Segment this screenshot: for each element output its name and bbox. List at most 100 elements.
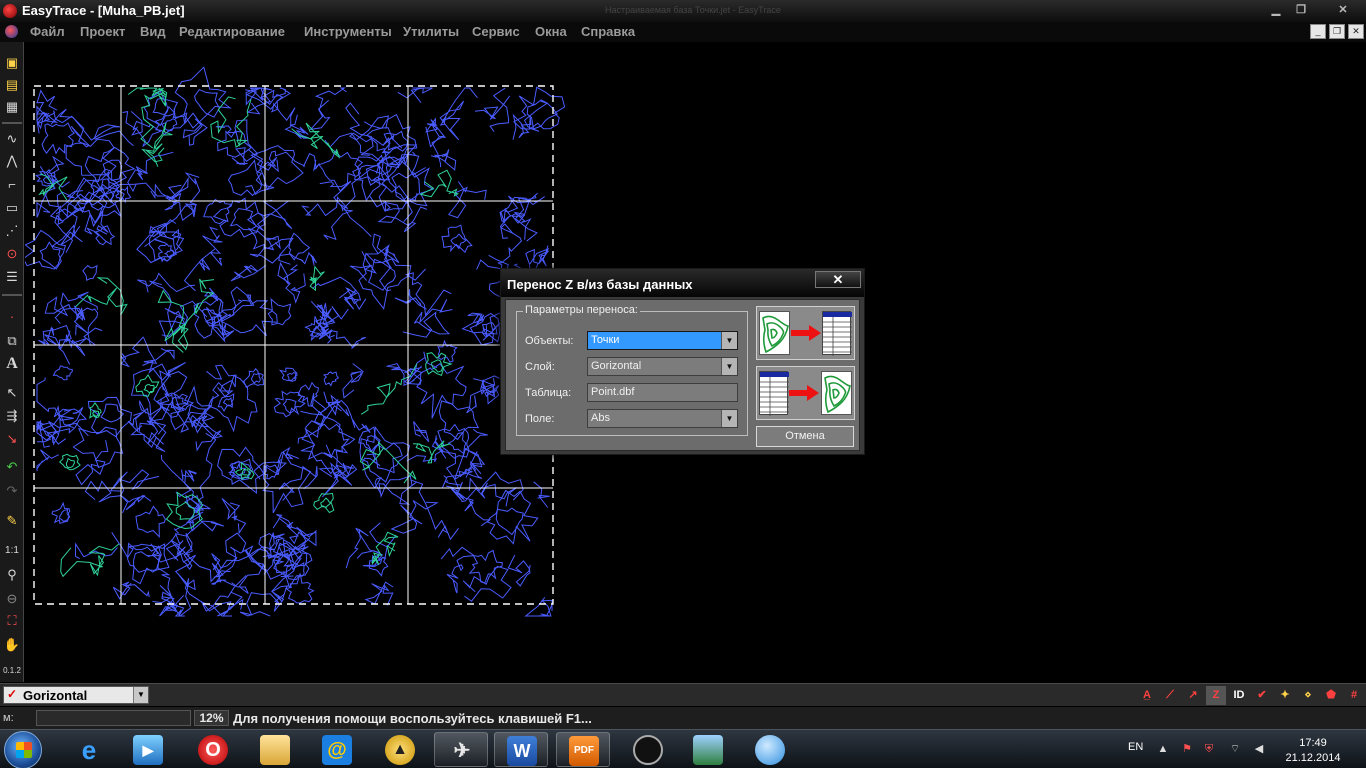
- mdi-restore-button[interactable]: ❐: [1329, 24, 1345, 39]
- undo-icon[interactable]: ↶: [3, 458, 21, 476]
- new-file-icon[interactable]: ▣: [3, 54, 21, 72]
- attribute-text-icon[interactable]: A̲: [1137, 686, 1157, 705]
- select-arrow-icon[interactable]: ↖: [3, 384, 21, 402]
- dotted-curve-tool-icon[interactable]: ⋰: [3, 222, 21, 240]
- menu-service[interactable]: Сервис: [472, 24, 520, 39]
- security-icon[interactable]: ⛨: [1202, 742, 1216, 756]
- taskbar-explorer[interactable]: [248, 732, 302, 767]
- shapes-tool-icon[interactable]: ⧉: [3, 332, 21, 350]
- maximize-button[interactable]: ❐: [1291, 2, 1311, 18]
- taskbar-easytrace[interactable]: ✈: [434, 732, 488, 767]
- map-to-database-button[interactable]: [756, 306, 855, 360]
- menu-windows[interactable]: Окна: [535, 24, 567, 39]
- scale-1-1-button[interactable]: 1:1: [3, 542, 21, 560]
- taskbar-navigator[interactable]: ▲: [373, 732, 427, 767]
- dialog-close-button[interactable]: ✕: [815, 271, 861, 288]
- current-layer-select[interactable]: ✓ Gorizontal ▼: [3, 686, 149, 704]
- text-tool-icon[interactable]: A: [3, 355, 21, 373]
- open-folder-icon[interactable]: ▤: [3, 76, 21, 94]
- taskbar-ie[interactable]: e: [62, 732, 116, 767]
- polyline-tool-icon[interactable]: ⋀: [3, 152, 21, 170]
- field-select[interactable]: Abs ▼: [587, 409, 738, 428]
- chevron-down-icon[interactable]: ▼: [721, 358, 737, 375]
- menu-utilities[interactable]: Утилиты: [403, 24, 459, 39]
- menu-edit[interactable]: Редактирование: [179, 24, 285, 39]
- mdi-close-button[interactable]: ✕: [1348, 24, 1364, 39]
- select-node-icon[interactable]: ↘: [3, 430, 21, 448]
- window-close-button[interactable]: ✕: [1326, 2, 1360, 18]
- chevron-down-icon[interactable]: ▼: [721, 332, 737, 349]
- table-field[interactable]: Point.dbf: [587, 383, 738, 402]
- contour-line: [127, 151, 174, 193]
- taskbar-word[interactable]: W: [494, 732, 548, 767]
- table-label: Таблица:: [525, 387, 572, 399]
- menu-file[interactable]: Файл: [30, 24, 65, 39]
- mdi-minimize-button[interactable]: _: [1310, 24, 1326, 39]
- contour-line: [203, 198, 233, 225]
- zoom-extent-icon[interactable]: ⛶: [3, 612, 21, 630]
- contour-line: [221, 498, 247, 535]
- save-icon[interactable]: ▦: [3, 98, 21, 116]
- chevron-down-icon[interactable]: ▼: [133, 687, 148, 703]
- clock[interactable]: 17:49 21.12.2014: [1278, 736, 1348, 766]
- cancel-button[interactable]: Отмена: [756, 426, 854, 447]
- node-tool-icon[interactable]: ·: [3, 308, 21, 326]
- taskbar-app-circle[interactable]: [621, 732, 675, 767]
- contour-line: [358, 252, 412, 310]
- network-icon[interactable]: ⌔: [1228, 742, 1242, 756]
- menu-tools[interactable]: Инструменты: [304, 24, 392, 39]
- menu-help[interactable]: Справка: [581, 24, 635, 39]
- pan-hand-icon[interactable]: ✋: [3, 636, 21, 654]
- database-to-map-button[interactable]: [756, 366, 855, 420]
- taskbar-mail-agent[interactable]: @: [310, 732, 364, 767]
- contour-line: [271, 102, 309, 139]
- pencil-icon[interactable]: ✎: [3, 512, 21, 530]
- contour-line: [405, 268, 452, 317]
- zoom-icon[interactable]: ⚲: [3, 566, 21, 584]
- check-tool-icon[interactable]: ✔: [1252, 686, 1272, 705]
- contour-line: [372, 442, 403, 474]
- multi-select-icon[interactable]: ⇶: [3, 407, 21, 425]
- marker-icon[interactable]: ⬟: [1321, 686, 1341, 705]
- step-line-tool-icon[interactable]: ⌐: [3, 176, 21, 194]
- minimize-button[interactable]: ▁: [1266, 2, 1286, 18]
- action-center-icon[interactable]: ⚑: [1180, 742, 1194, 756]
- contour-line: [267, 298, 292, 326]
- z-value-icon[interactable]: Z: [1206, 686, 1226, 705]
- point-tool-icon[interactable]: ⊙: [3, 245, 21, 263]
- contour-line: [533, 481, 550, 508]
- id-icon[interactable]: ID: [1229, 686, 1249, 705]
- menu-view[interactable]: Вид: [140, 24, 166, 39]
- taskbar-globe[interactable]: [743, 732, 797, 767]
- menu-project[interactable]: Проект: [80, 24, 125, 39]
- document-icon[interactable]: [5, 25, 18, 38]
- curve-tool-icon[interactable]: ∿: [3, 130, 21, 148]
- contour-line: [342, 363, 364, 399]
- taskbar-opera[interactable]: O: [186, 732, 240, 767]
- transfer-params-group: Параметры переноса: Объекты: Точки ▼ Сло…: [516, 304, 748, 436]
- show-hidden-icons-icon[interactable]: ▲: [1156, 742, 1170, 756]
- contour-line: [194, 88, 220, 118]
- arrow-tool-icon[interactable]: ↗: [1183, 686, 1203, 705]
- line-split-icon[interactable]: ⟋: [1160, 686, 1180, 705]
- layer-select[interactable]: Gorizontal ▼: [587, 357, 738, 376]
- taskbar-media-player[interactable]: ▶: [121, 732, 175, 767]
- taskbar-photo-viewer[interactable]: [681, 732, 735, 767]
- grid-icon[interactable]: #: [1344, 686, 1364, 705]
- language-indicator[interactable]: EN: [1128, 741, 1143, 753]
- rectangle-tool-icon[interactable]: ▭: [3, 199, 21, 217]
- volume-icon[interactable]: ◀: [1252, 742, 1266, 756]
- redo-icon[interactable]: ↷: [3, 482, 21, 500]
- vertex-icon[interactable]: ⋄: [1298, 686, 1318, 705]
- coordinates-icon[interactable]: 0.1.2: [3, 662, 21, 680]
- current-layer-name: Gorizontal: [23, 688, 88, 703]
- start-button[interactable]: [4, 731, 42, 768]
- contour-line: [462, 565, 512, 602]
- taskbar-pdf[interactable]: PDF: [556, 732, 610, 767]
- node-snap-icon[interactable]: ✦: [1275, 686, 1295, 705]
- chevron-down-icon[interactable]: ▼: [721, 410, 737, 427]
- zoom-out-icon[interactable]: ⊖: [3, 590, 21, 608]
- hatch-tool-icon[interactable]: ☰: [3, 268, 21, 286]
- objects-select[interactable]: Точки ▼: [587, 331, 738, 350]
- contour-line: [512, 100, 549, 140]
